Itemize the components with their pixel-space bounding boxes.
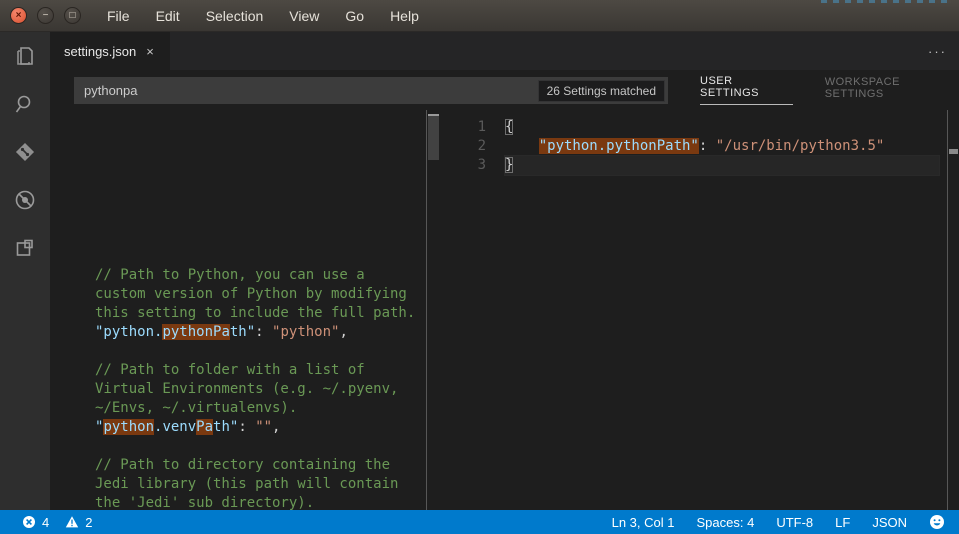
status-bar: 4 2 Ln 3, Col 1 Spaces: 4 UTF-8 LF JSON	[0, 510, 959, 534]
debug-icon[interactable]	[11, 186, 39, 214]
code-line: "python.pythonPath": "/usr/bin/python3.5…	[538, 138, 885, 154]
status-bar-right: Ln 3, Col 1 Spaces: 4 UTF-8 LF JSON	[612, 514, 959, 530]
settings-split-view: ▾Python Configuration (26) // Path to Py…	[50, 110, 959, 510]
settings-search-input[interactable]	[74, 83, 538, 98]
menu-go[interactable]: Go	[345, 8, 364, 24]
warning-count: 2	[85, 514, 93, 530]
window-controls: × − □	[0, 7, 81, 24]
tab-bar: settings.json × ···	[50, 32, 959, 70]
left-scrollbar-slider[interactable]	[428, 114, 439, 160]
tab-settings-json[interactable]: settings.json ×	[50, 32, 170, 70]
error-count: 4	[42, 514, 50, 530]
menu-bar: File Edit Selection View Go Help	[107, 8, 419, 24]
code-line: "python.venvPath": "",	[95, 419, 281, 435]
warning-icon	[65, 515, 79, 529]
code-line: "python.pythonPath": "python",	[95, 324, 348, 340]
menu-view[interactable]: View	[289, 8, 319, 24]
right-overview-ruler-border	[947, 110, 948, 510]
error-icon	[22, 515, 36, 529]
settings-scope-tabs: USER SETTINGS WORKSPACE SETTINGS	[700, 70, 959, 110]
code-line: Jedi library (this path will contain	[95, 476, 399, 492]
status-cursor-position[interactable]: Ln 3, Col 1	[612, 515, 675, 530]
tab-close-icon[interactable]: ×	[146, 44, 154, 59]
code-line: custom version of Python by modifying	[95, 286, 407, 302]
extensions-icon[interactable]	[11, 234, 39, 262]
user-settings-pane[interactable]: 1 2 3 { "python.pythonPath": "/usr/bin/pyt…	[440, 110, 959, 510]
feedback-smiley-icon[interactable]	[929, 514, 945, 530]
default-settings-pane: ▾Python Configuration (26) // Path to Py…	[50, 110, 440, 510]
background-window-sliver	[821, 0, 951, 3]
code-line: Virtual Environments (e.g. ~/.pyenv,	[95, 381, 399, 397]
code-line: }	[505, 156, 939, 175]
status-language-mode[interactable]: JSON	[872, 515, 907, 530]
menu-help[interactable]: Help	[390, 8, 419, 24]
editor-column: settings.json × ··· 26 Settings matched …	[50, 32, 959, 510]
code-line: // Path to folder with a list of	[95, 362, 365, 378]
line-number: 1	[477, 119, 486, 135]
activity-bar	[0, 32, 50, 510]
title-bar: × − □ File Edit Selection View Go Help	[0, 0, 959, 32]
menu-file[interactable]: File	[107, 8, 130, 24]
settings-search-box: 26 Settings matched	[74, 77, 668, 104]
minimize-window-button[interactable]: −	[37, 7, 54, 24]
settings-match-count-badge: 26 Settings matched	[537, 79, 665, 102]
maximize-window-button[interactable]: □	[64, 7, 81, 24]
overview-ruler-match-marker	[949, 149, 958, 154]
line-number: 3	[477, 157, 486, 173]
vscode-window: × − □ File Edit Selection View Go Help s…	[0, 0, 959, 534]
more-actions-icon[interactable]: ···	[928, 32, 947, 70]
scope-tab-user-settings[interactable]: USER SETTINGS	[700, 75, 793, 105]
code-line: {	[505, 119, 514, 135]
scope-tab-workspace-settings[interactable]: WORKSPACE SETTINGS	[825, 76, 959, 105]
menu-edit[interactable]: Edit	[156, 8, 180, 24]
problems-status[interactable]: 4 2	[0, 515, 92, 530]
explorer-icon[interactable]	[11, 42, 39, 70]
status-eol[interactable]: LF	[835, 515, 850, 530]
menu-selection[interactable]: Selection	[206, 8, 264, 24]
code-line: // Path to directory containing the	[95, 457, 391, 473]
line-number: 2	[477, 138, 486, 154]
user-settings-code: { "python.pythonPath": "/usr/bin/python3…	[505, 118, 939, 175]
workbench: settings.json × ··· 26 Settings matched …	[0, 32, 959, 510]
tab-label: settings.json	[64, 43, 137, 59]
code-line: the 'Jedi' sub directory).	[95, 495, 315, 510]
source-control-icon[interactable]	[11, 138, 39, 166]
code-line: this setting to include the full path.	[95, 305, 416, 321]
default-settings-code: ▾Python Configuration (26) // Path to Py…	[50, 110, 440, 510]
left-overview-ruler-border	[426, 110, 427, 510]
settings-header: 26 Settings matched USER SETTINGS WORKSPA…	[50, 70, 959, 110]
code-line: ~/Envs, ~/.virtualenvs).	[95, 400, 298, 416]
search-icon[interactable]	[11, 90, 39, 118]
status-encoding[interactable]: UTF-8	[776, 515, 813, 530]
line-number-gutter: 1 2 3	[440, 118, 500, 175]
settings-section-heading[interactable]: ▾Python Configuration (26)	[72, 148, 420, 162]
close-window-button[interactable]: ×	[10, 7, 27, 24]
status-indentation[interactable]: Spaces: 4	[696, 515, 754, 530]
code-line: // Path to Python, you can use a	[95, 267, 365, 283]
